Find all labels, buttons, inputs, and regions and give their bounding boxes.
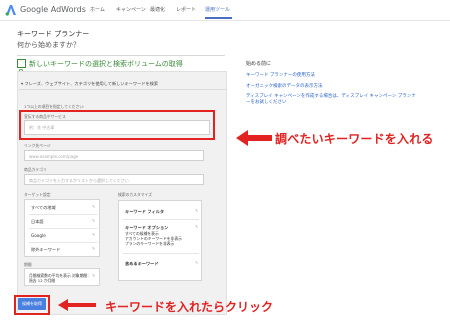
search-icon [17, 59, 26, 75]
highlight-box-button [14, 295, 50, 315]
custom-label: 検索のカスタマイズ [118, 192, 153, 197]
callout-enter-keyword: 調べたいキーワードを入れる [275, 132, 434, 146]
page-subtitle: 何から始めますか？ [17, 41, 80, 49]
landing-placeholder: www.example.com/page [29, 154, 79, 159]
pencil-icon[interactable]: ✎ [92, 232, 95, 237]
category-placeholder: 商品カテゴリを入力するかリストから選択してください [29, 178, 129, 183]
collapse-row-label: フレーズ、ウェブサイト、カテゴリを使用して新しいキーワードを検索 [24, 81, 159, 86]
period-box[interactable]: 月間検索数の平均を表示 対象期間：過去 12 か月間 ✎ [24, 268, 100, 286]
targeting-negative[interactable]: 除外キーワード [31, 247, 60, 253]
custom-box: キーワード フィルタ キーワード オプション すべての候補を表示 アカウントのキ… [118, 200, 202, 281]
help-link-organic[interactable]: オーガニック検索のデータの表示方法 [246, 83, 323, 89]
include-keywords[interactable]: 含めるキーワード [125, 261, 159, 267]
pencil-icon[interactable]: ✎ [195, 208, 198, 213]
collapse-row[interactable]: ▾ フレーズ、ウェブサイト、カテゴリを使用して新しいキーワードを検索 [21, 81, 158, 87]
pencil-icon[interactable]: ✎ [92, 246, 95, 251]
targeting-language[interactable]: 日本語 [31, 219, 44, 225]
pencil-icon[interactable]: ✎ [195, 224, 198, 229]
active-nav-indicator [205, 17, 232, 19]
category-label: 商品カテゴリ [24, 167, 47, 172]
nav-reports[interactable]: レポート [176, 6, 196, 13]
pencil-icon[interactable]: ✎ [92, 218, 95, 223]
arrow-left-icon [58, 299, 96, 311]
divider [29, 228, 97, 229]
panel-divider [19, 89, 226, 90]
keyword-options-detail: すべての候補を表示 アカウントのキーワードを非表示 プランのキーワードを非表示 [125, 231, 182, 246]
divider [123, 219, 199, 220]
targeting-box: すべての地域 日本語 Google 除外キーワード ✎ ✎ ✎ ✎ [24, 199, 100, 257]
pencil-icon[interactable]: ✎ [92, 273, 95, 278]
page-title: キーワード プランナー [17, 30, 90, 38]
divider [29, 242, 97, 243]
highlight-box-keyword [19, 110, 215, 140]
nav-campaigns[interactable]: キャンペーン [116, 6, 146, 13]
period-text: 月間検索数の平均を表示 対象期間：過去 12 か月間 [29, 273, 91, 283]
pencil-icon[interactable]: ✎ [92, 204, 95, 209]
landing-input[interactable]: www.example.com/page [24, 150, 204, 161]
targeting-location[interactable]: すべての地域 [31, 205, 56, 211]
help-title: 始める前に [246, 61, 272, 67]
targeting-label: ターゲット設定 [24, 192, 51, 197]
nav-home[interactable]: ホーム [90, 6, 105, 13]
pencil-icon[interactable]: ✎ [195, 260, 198, 265]
divider [29, 214, 97, 215]
keyword-filter[interactable]: キーワード フィルタ [125, 209, 164, 215]
targeting-network[interactable]: Google [31, 233, 46, 238]
section-title[interactable]: 新しいキーワードの選択と検索ボリュームの取得 [29, 59, 183, 69]
category-input[interactable]: 商品カテゴリを入力するかリストから選択してください [24, 174, 204, 185]
callout-click-button: キーワードを入れたらクリック [105, 300, 274, 314]
nav-optimize[interactable]: 最適化 [150, 6, 165, 13]
adwords-logo-icon [5, 5, 16, 16]
help-link-display[interactable]: ディスプレイ キャンペーンを作成する場合は、ディスプレイ キャンペーン プランナ… [246, 94, 416, 106]
landing-label: リンク先ページ [24, 143, 51, 148]
nav-tools[interactable]: 運用ツール [205, 6, 230, 13]
help-link-usage[interactable]: キーワード プランナーの使用方法 [246, 72, 315, 78]
divider [123, 253, 199, 254]
brand-name[interactable]: Google AdWords [20, 5, 86, 14]
divider [17, 55, 225, 56]
